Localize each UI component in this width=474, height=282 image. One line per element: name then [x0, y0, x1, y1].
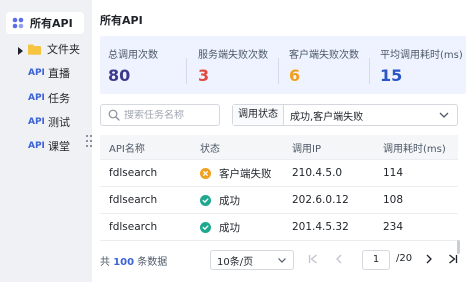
- apps-icon: [12, 17, 24, 29]
- pagination: 共 100 条数据 10条/页 1 /20: [100, 250, 466, 270]
- search-icon: [108, 109, 120, 121]
- total-prefix: 共: [100, 257, 110, 268]
- filter-label: 调用状态: [233, 105, 284, 125]
- first-page-icon[interactable]: [306, 252, 320, 266]
- column-header-ip[interactable]: 调用IP: [292, 140, 321, 155]
- next-page-icon[interactable]: [422, 252, 436, 266]
- page-number-input[interactable]: 1: [362, 250, 390, 270]
- status-text: 成功: [219, 194, 240, 207]
- api-tag: API: [28, 68, 45, 78]
- stat-label: 总调用次数: [108, 50, 158, 61]
- total-number: 100: [113, 257, 135, 268]
- cell-status: 成功: [200, 220, 240, 235]
- api-tag: API: [28, 93, 45, 103]
- cell-api-name: fdlsearch: [109, 221, 158, 233]
- cell-api-name: fdlsearch: [109, 167, 158, 179]
- table-row[interactable]: fdlsearch 客户端失败 210.4.5.0 114: [100, 160, 458, 187]
- check-circle-icon: [200, 221, 211, 233]
- filter-value[interactable]: 成功,客户端失败: [284, 108, 437, 123]
- cell-ip: 210.4.5.0: [292, 167, 343, 179]
- stat-divider: [186, 58, 187, 84]
- cell-latency: 234: [383, 221, 404, 233]
- status-filter[interactable]: 调用状态 成功,客户端失败: [232, 104, 458, 126]
- stat-value: 15: [380, 66, 403, 85]
- page-title: 所有API: [100, 14, 143, 27]
- prev-page-icon[interactable]: [332, 252, 346, 266]
- stat-divider: [278, 58, 279, 84]
- api-tag: API: [28, 141, 45, 151]
- stat-value: 80: [108, 66, 131, 85]
- sidebar-item-label: 课堂: [48, 140, 70, 153]
- check-circle-icon: [200, 194, 211, 206]
- sidebar-item-label: 所有API: [30, 17, 73, 30]
- scrollbar[interactable]: [457, 240, 460, 254]
- chevron-down-icon[interactable]: [276, 254, 288, 266]
- cell-ip: 201.4.5.32: [292, 221, 349, 233]
- status-text: 客户端失败: [219, 167, 272, 180]
- cell-latency: 108: [383, 194, 404, 206]
- search-box[interactable]: [100, 104, 220, 126]
- column-header-latency[interactable]: 调用耗时(ms): [383, 140, 446, 155]
- sidebar-item-label: 测试: [48, 116, 70, 129]
- page-size-value: 10条/页: [217, 256, 254, 268]
- last-page-icon[interactable]: [446, 252, 460, 266]
- sidebar-item-label: 文件夹: [47, 43, 80, 56]
- column-header-status[interactable]: 状态: [200, 140, 220, 155]
- folder-icon: [28, 44, 41, 55]
- cell-api-name: fdlsearch: [109, 194, 158, 206]
- api-table: API名称 状态 调用IP 调用耗时(ms) fdlsearch 客户端失败 2…: [100, 135, 458, 241]
- cell-ip: 202.6.0.12: [292, 194, 349, 206]
- cell-status: 成功: [200, 193, 240, 208]
- cell-status: 客户端失败: [200, 166, 272, 181]
- page-size-select[interactable]: 10条/页: [210, 250, 294, 270]
- total-suffix: 条数据: [137, 257, 168, 268]
- sidebar-item-label: 任务: [48, 92, 70, 105]
- warning-circle-icon: [200, 167, 211, 179]
- sidebar: 所有API 文件夹 API 直播 API 任务 API 测试 API 课堂: [0, 0, 92, 282]
- sidebar-item-all-api[interactable]: 所有API: [6, 12, 84, 34]
- total-count: 共 100 条数据: [100, 253, 167, 268]
- status-text: 成功: [219, 221, 240, 234]
- stat-value: 3: [198, 66, 210, 85]
- cell-latency: 114: [383, 167, 404, 179]
- table-row[interactable]: fdlsearch 成功 202.6.0.12 108: [100, 187, 458, 214]
- search-input[interactable]: [124, 109, 216, 121]
- stats-panel: 总调用次数 80 服务端失败次数 3 客户端失败次数 6 平均调用耗时(ms) …: [100, 36, 466, 94]
- chevron-down-icon[interactable]: [437, 108, 451, 122]
- main-panel: 所有API 总调用次数 80 服务端失败次数 3 客户端失败次数 6 平均调用耗…: [92, 0, 474, 282]
- stat-value: 6: [289, 66, 301, 85]
- column-header-api-name[interactable]: API名称: [109, 140, 145, 155]
- caret-right-icon[interactable]: [16, 45, 24, 55]
- sidebar-item-label: 直播: [48, 67, 70, 80]
- api-tag: API: [28, 117, 45, 127]
- table-header: API名称 状态 调用IP 调用耗时(ms): [100, 135, 458, 160]
- table-row[interactable]: fdlsearch 成功 201.4.5.32 234: [100, 214, 458, 241]
- stat-label: 服务端失败次数: [198, 50, 268, 61]
- sidebar-item-folder[interactable]: 文件夹: [8, 38, 84, 60]
- total-pages: /20: [396, 253, 413, 264]
- stat-divider: [369, 58, 370, 84]
- stat-label: 客户端失败次数: [289, 50, 359, 61]
- stat-label: 平均调用耗时(ms): [380, 50, 463, 61]
